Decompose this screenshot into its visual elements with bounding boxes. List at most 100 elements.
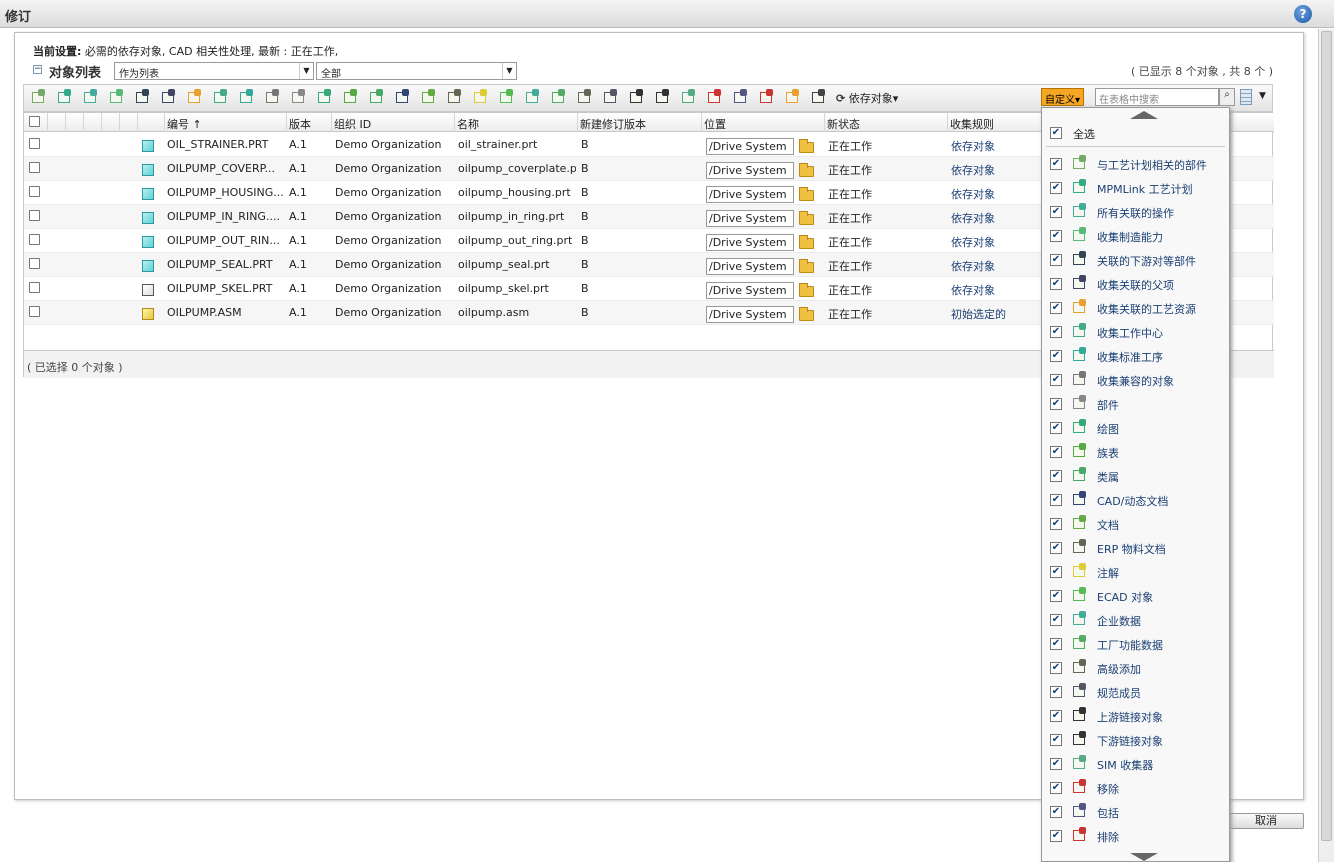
- family-table-icon[interactable]: [342, 89, 360, 107]
- checkbox-checked-icon[interactable]: ✔: [1050, 326, 1062, 338]
- include-icon[interactable]: [732, 89, 750, 107]
- checkbox-checked-icon[interactable]: ✔: [1050, 662, 1062, 674]
- location-input[interactable]: /Drive System: [706, 210, 794, 227]
- location-input[interactable]: /Drive System: [706, 258, 794, 275]
- dropdown-item[interactable]: ✔ 收集关联的父项: [1042, 272, 1229, 296]
- dropdown-item[interactable]: ✔ 收集兼容的对象: [1042, 368, 1229, 392]
- downstream-link-icon[interactable]: [654, 89, 672, 107]
- browse-folder-icon[interactable]: [799, 307, 814, 321]
- compatible-icon[interactable]: [264, 89, 282, 107]
- dropdown-item[interactable]: ✔ 包括: [1042, 800, 1229, 824]
- checkbox-checked-icon[interactable]: ✔: [1050, 374, 1062, 386]
- checkbox-checked-icon[interactable]: ✔: [1050, 686, 1062, 698]
- checkbox-checked-icon[interactable]: ✔: [1050, 614, 1062, 626]
- cell-number[interactable]: OILPUMP_SKEL.PRT: [167, 282, 284, 295]
- sim-collector-icon[interactable]: [680, 89, 698, 107]
- dropdown-item[interactable]: ✔ 收集制造能力: [1042, 224, 1229, 248]
- checkbox-checked-icon[interactable]: ✔: [1050, 398, 1062, 410]
- standard-op-icon[interactable]: [238, 89, 256, 107]
- parent-icon[interactable]: [160, 89, 178, 107]
- checkbox-checked-icon[interactable]: ✔: [1050, 127, 1062, 139]
- cell-number[interactable]: OIL_STRAINER.PRT: [167, 138, 284, 151]
- capability-icon[interactable]: [108, 89, 126, 107]
- remove-icon[interactable]: [706, 89, 724, 107]
- gear-plan-icon[interactable]: [30, 89, 48, 107]
- dropdown-item[interactable]: ✔ 移除: [1042, 776, 1229, 800]
- column-header-state[interactable]: 新状态: [827, 116, 860, 132]
- filter-select[interactable]: 全部 ▼: [316, 62, 517, 80]
- dropdown-item[interactable]: ✔ 排除: [1042, 824, 1229, 848]
- downstream-part-icon[interactable]: [134, 89, 152, 107]
- row-checkbox[interactable]: [29, 210, 40, 221]
- dropdown-item[interactable]: ✔ 企业数据: [1042, 608, 1229, 632]
- drawing-icon[interactable]: [316, 89, 334, 107]
- dropdown-item[interactable]: ✔ 文档: [1042, 512, 1229, 536]
- cancel-button[interactable]: 取消: [1228, 813, 1304, 829]
- exclude-icon[interactable]: [758, 89, 776, 107]
- document-icon[interactable]: [420, 89, 438, 107]
- checkbox-checked-icon[interactable]: ✔: [1050, 734, 1062, 746]
- operations-icon[interactable]: [82, 89, 100, 107]
- checkbox-checked-icon[interactable]: ✔: [1050, 638, 1062, 650]
- search-icon[interactable]: ⌕: [1219, 88, 1235, 106]
- part-gear-icon[interactable]: [290, 89, 308, 107]
- select-all-checkbox[interactable]: [29, 116, 40, 127]
- spec-member-icon[interactable]: [602, 89, 620, 107]
- generic-icon[interactable]: [368, 89, 386, 107]
- checkbox-checked-icon[interactable]: ✔: [1050, 830, 1062, 842]
- column-header-revision[interactable]: 新建修订版本: [580, 116, 646, 132]
- work-center-icon[interactable]: [212, 89, 230, 107]
- cell-number[interactable]: OILPUMP_IN_RING....: [167, 210, 284, 223]
- dropdown-item[interactable]: ✔ 关联的下游对等部件: [1042, 248, 1229, 272]
- dropdown-item[interactable]: ✔ ECAD 对象: [1042, 584, 1229, 608]
- browse-folder-icon[interactable]: [799, 259, 814, 273]
- dropdown-item[interactable]: ✔ 部件: [1042, 392, 1229, 416]
- column-header-version[interactable]: 版本: [289, 116, 311, 132]
- dropdown-item[interactable]: ✔ CAD/动态文档: [1042, 488, 1229, 512]
- location-input[interactable]: /Drive System: [706, 138, 794, 155]
- dropdown-item[interactable]: ✔ 收集标准工序: [1042, 344, 1229, 368]
- dropdown-item[interactable]: ✔ 绘图: [1042, 416, 1229, 440]
- dropdown-select-all[interactable]: ✔ 全选: [1042, 121, 1229, 145]
- dropdown-item[interactable]: ✔ 所有关联的操作: [1042, 200, 1229, 224]
- advanced-add-icon[interactable]: [576, 89, 594, 107]
- scroll-up-icon[interactable]: [1130, 111, 1158, 119]
- browse-folder-icon[interactable]: [799, 283, 814, 297]
- cell-number[interactable]: OILPUMP.ASM: [167, 306, 284, 319]
- checkbox-checked-icon[interactable]: ✔: [1050, 542, 1062, 554]
- view-select[interactable]: 作为列表 ▼: [114, 62, 314, 80]
- checkbox-checked-icon[interactable]: ✔: [1050, 158, 1062, 170]
- column-header-rule[interactable]: 收集规则: [950, 116, 994, 132]
- dropdown-item[interactable]: ✔ 工厂功能数据: [1042, 632, 1229, 656]
- dropdown-item[interactable]: ✔ 下游链接对象: [1042, 728, 1229, 752]
- checkbox-checked-icon[interactable]: ✔: [1050, 758, 1062, 770]
- column-header-location[interactable]: 位置: [704, 116, 726, 132]
- folder-icon[interactable]: [784, 89, 802, 107]
- scrollbar-thumb[interactable]: [1321, 31, 1332, 841]
- dropdown-item[interactable]: ✔ 规范成员: [1042, 680, 1229, 704]
- row-checkbox[interactable]: [29, 234, 40, 245]
- columns-menu-caret-icon[interactable]: ▼: [1259, 91, 1266, 101]
- browse-folder-icon[interactable]: [799, 139, 814, 153]
- location-input[interactable]: /Drive System: [706, 162, 794, 179]
- location-input[interactable]: /Drive System: [706, 234, 794, 251]
- dropdown-item[interactable]: ✔ 高级添加: [1042, 656, 1229, 680]
- checkbox-checked-icon[interactable]: ✔: [1050, 230, 1062, 242]
- table-search-input[interactable]: 在表格中搜索: [1095, 88, 1219, 106]
- scroll-down-icon[interactable]: [1130, 853, 1158, 861]
- plant-data-icon[interactable]: [550, 89, 568, 107]
- checkbox-checked-icon[interactable]: ✔: [1050, 278, 1062, 290]
- dropdown-item[interactable]: ✔ 收集工作中心: [1042, 320, 1229, 344]
- dropdown-item[interactable]: ✔ 收集关联的工艺资源: [1042, 296, 1229, 320]
- location-input[interactable]: /Drive System: [706, 282, 794, 299]
- checkbox-checked-icon[interactable]: ✔: [1050, 590, 1062, 602]
- column-header-number[interactable]: 编号 ↑: [167, 116, 202, 132]
- dropdown-item[interactable]: ✔ 类属: [1042, 464, 1229, 488]
- checkbox-checked-icon[interactable]: ✔: [1050, 302, 1062, 314]
- checkbox-checked-icon[interactable]: ✔: [1050, 518, 1062, 530]
- checkbox-checked-icon[interactable]: ✔: [1050, 254, 1062, 266]
- dropdown-item[interactable]: ✔ SIM 收集器: [1042, 752, 1229, 776]
- checkbox-checked-icon[interactable]: ✔: [1050, 494, 1062, 506]
- dropdown-item[interactable]: ✔ 上游链接对象: [1042, 704, 1229, 728]
- checkbox-checked-icon[interactable]: ✔: [1050, 350, 1062, 362]
